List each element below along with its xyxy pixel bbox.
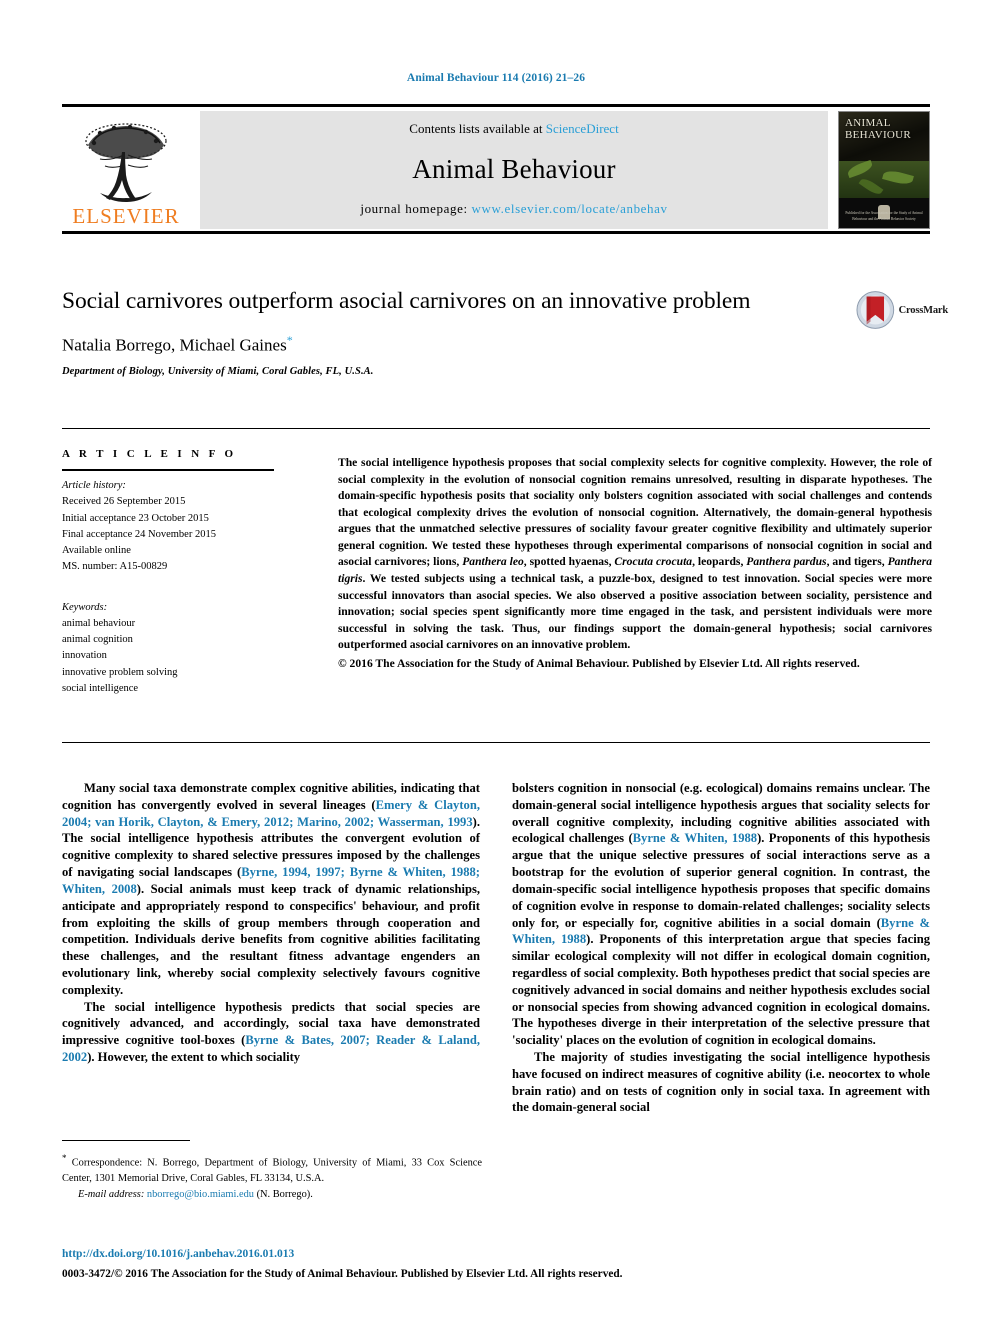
- crossmark-badge[interactable]: CrossMark: [856, 288, 948, 332]
- journal-name: Animal Behaviour: [412, 153, 616, 184]
- abstract-copyright: © 2016 The Association for the Study of …: [338, 656, 860, 670]
- email-note: E-mail address: nborrego@bio.miami.edu (…: [62, 1187, 482, 1203]
- cover-title-text: ANIMAL BEHAVIOUR: [845, 117, 912, 141]
- contents-panel: Contents lists available at ScienceDirec…: [200, 111, 828, 229]
- article-history-label: Article history:: [62, 480, 126, 491]
- footnote-block: * Correspondence: N. Borrego, Department…: [62, 1152, 482, 1202]
- article-history-item: Received 26 September 2015: [62, 496, 186, 508]
- species-name: Panthera pardus: [746, 555, 827, 569]
- sciencedirect-link[interactable]: ScienceDirect: [546, 121, 619, 136]
- email-link[interactable]: nborrego@bio.miami.edu: [147, 1189, 254, 1200]
- abstract-part-1: The social intelligence hypothesis propo…: [338, 456, 932, 569]
- body-paragraph: The majority of studies investigating th…: [512, 1050, 930, 1115]
- keywords-block: Keywords: animal behaviour animal cognit…: [62, 600, 312, 698]
- citation-link[interactable]: Byrne & Whiten, 1988: [633, 831, 757, 845]
- paper-page: Animal Behaviour 114 (2016) 21–26 ELSEVI…: [0, 0, 992, 1323]
- doi-link[interactable]: http://dx.doi.org/10.1016/j.anbehav.2016…: [62, 1248, 294, 1260]
- keyword-item: innovative problem solving: [62, 666, 178, 678]
- issn-copyright-line: 0003-3472/© 2016 The Association for the…: [62, 1268, 623, 1280]
- correspondence-note: * Correspondence: N. Borrego, Department…: [62, 1152, 482, 1187]
- correspondence-marker: *: [286, 333, 293, 348]
- body-column-left: Many social taxa demonstrate complex cog…: [62, 780, 480, 1066]
- title-block: Social carnivores outperform asocial car…: [62, 286, 852, 377]
- elsevier-tree-icon: [85, 123, 167, 202]
- abstract-bottom-rule: [62, 742, 930, 743]
- homepage-url-link[interactable]: www.elsevier.com/locate/anbehav: [472, 201, 668, 216]
- page-title: Social carnivores outperform asocial car…: [62, 288, 751, 314]
- article-history-item: MS. number: A15-00829: [62, 561, 168, 573]
- article-history-item: Available online: [62, 545, 131, 557]
- body-paragraph: Many social taxa demonstrate complex cog…: [62, 780, 480, 999]
- contents-lists-prefix: Contents lists available at: [409, 121, 546, 136]
- contents-lists-line: Contents lists available at ScienceDirec…: [409, 121, 618, 137]
- keywords-label: Keywords:: [62, 601, 108, 613]
- homepage-label: journal homepage:: [360, 201, 472, 216]
- article-history-item: Initial acceptance 23 October 2015: [62, 512, 209, 524]
- article-info-block: A R T I C L E I N F O Article history: R…: [62, 448, 312, 697]
- keyword-item: social intelligence: [62, 682, 139, 694]
- body-paragraph: The social intelligence hypothesis predi…: [62, 999, 480, 1066]
- correspondence-text: Correspondence: N. Borrego, Department o…: [62, 1157, 482, 1185]
- elsevier-wordmark: ELSEVIER: [72, 204, 180, 228]
- keyword-item: animal cognition: [62, 634, 133, 646]
- email-label: E-mail address:: [78, 1188, 147, 1200]
- article-info-heading: A R T I C L E I N F O: [62, 448, 237, 460]
- abstract-part-5: . We tested subjects using a technical t…: [338, 572, 932, 652]
- abstract-part-4: , and tigers,: [826, 555, 888, 569]
- article-info-rule: [62, 469, 274, 471]
- keyword-item: animal behaviour: [62, 617, 136, 629]
- body-column-right: bolsters cognition in nonsocial (e.g. ec…: [512, 780, 930, 1116]
- cover-caption-text: Published for the Association for the St…: [845, 211, 923, 221]
- abstract-part-2: , spotted hyaenas,: [523, 555, 615, 569]
- abstract-text: The social intelligence hypothesis propo…: [338, 455, 932, 654]
- journal-cover-thumbnail: ANIMAL BEHAVIOUR Published for the Assoc…: [838, 111, 930, 229]
- paragraph-text: ). Proponents of this interpretation arg…: [512, 932, 930, 1048]
- author-list: Natalia Borrego, Michael Gaines*: [62, 333, 852, 356]
- footnote-rule: [62, 1140, 190, 1141]
- elsevier-logo: ELSEVIER: [62, 111, 190, 229]
- running-head: Animal Behaviour 114 (2016) 21–26: [406, 72, 586, 84]
- journal-homepage-line: journal homepage: www.elsevier.com/locat…: [360, 201, 667, 217]
- abstract-block: The social intelligence hypothesis propo…: [338, 455, 932, 673]
- abstract-top-rule: [62, 428, 930, 429]
- crossmark-icon: [856, 291, 895, 329]
- affiliation: Department of Biology, University of Mia…: [62, 365, 374, 377]
- paragraph-text: ). Proponents of this hypothesis argue t…: [512, 831, 931, 930]
- body-paragraph: bolsters cognition in nonsocial (e.g. ec…: [512, 780, 930, 1049]
- keyword-item: innovation: [62, 650, 107, 662]
- email-suffix: (N. Borrego).: [254, 1188, 313, 1200]
- masthead-top-rule: [62, 104, 930, 107]
- species-name: Panthera leo: [462, 555, 524, 569]
- paragraph-text: ). However, the extent to which socialit…: [87, 1050, 301, 1064]
- author-names: Natalia Borrego, Michael Gaines: [62, 335, 287, 355]
- journal-masthead: ELSEVIER Contents lists available at Sci…: [62, 104, 930, 234]
- species-name: Crocuta crocuta: [614, 555, 693, 569]
- crossmark-label: CrossMark: [898, 304, 949, 316]
- abstract-part-3: , leopards,: [692, 555, 747, 569]
- article-history-item: Final acceptance 24 November 2015: [62, 528, 216, 540]
- paragraph-text: ). Social animals must keep track of dyn…: [62, 881, 480, 997]
- masthead-bottom-rule: [62, 231, 930, 234]
